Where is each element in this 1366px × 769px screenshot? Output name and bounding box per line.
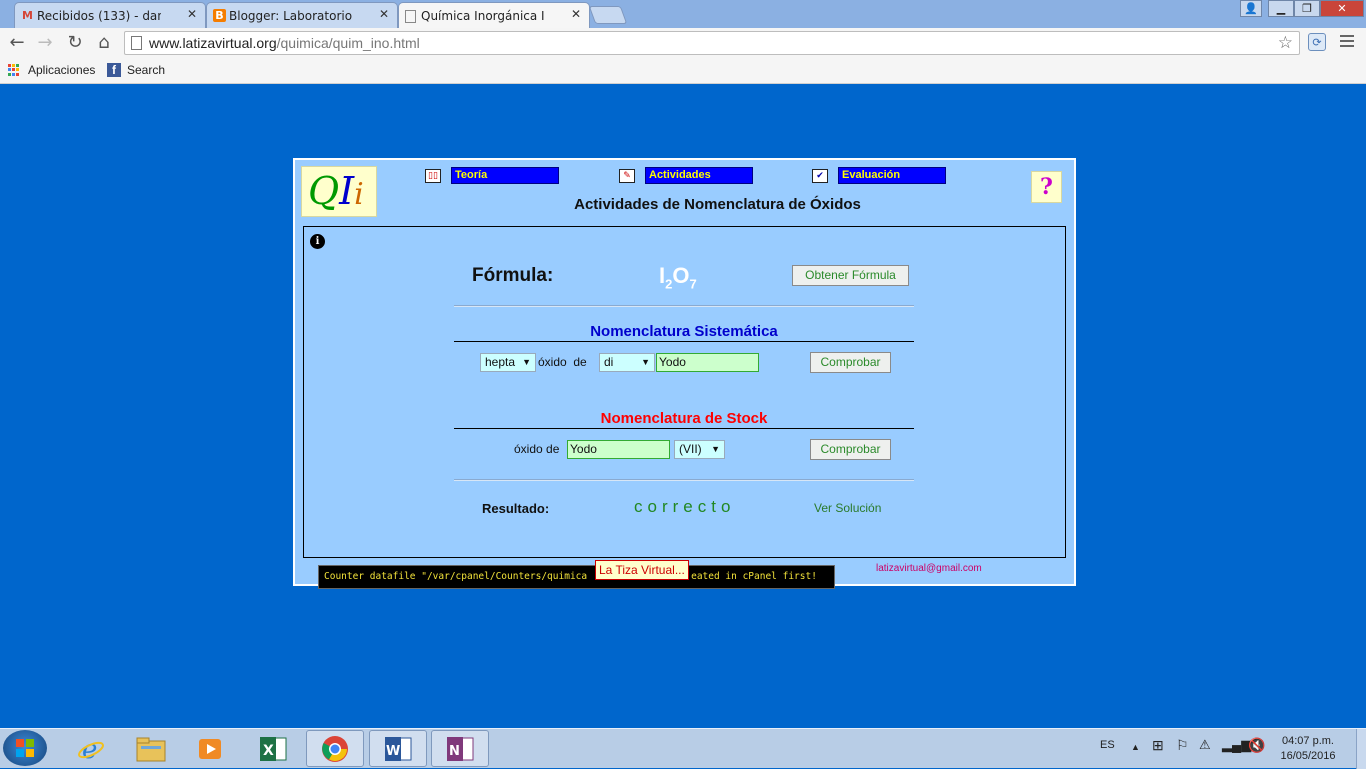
stock-title: Nomenclatura de Stock xyxy=(454,410,914,429)
restore-button[interactable]: ❐ xyxy=(1294,0,1320,17)
network-icon[interactable]: ▂▄▆ xyxy=(1222,737,1251,753)
main-panel: QIi ▯▯ Teoría ✎ Actividades ✔ Evaluación… xyxy=(293,158,1076,589)
clock[interactable]: 04:07 p.m. 16/05/2016 xyxy=(1276,734,1340,764)
bookmark-label: Aplicaciones xyxy=(28,63,96,77)
page-title: Actividades de Nomenclatura de Óxidos xyxy=(574,196,861,213)
info-icon[interactable]: i xyxy=(310,234,325,249)
power-warning-icon[interactable]: ⚠ xyxy=(1199,737,1211,753)
bookmark-star-icon[interactable]: ☆ xyxy=(1278,33,1293,53)
activities-icon: ✎ xyxy=(619,168,635,183)
result-label: Resultado: xyxy=(482,501,550,516)
date: 16/05/2016 xyxy=(1280,750,1336,762)
book-icon: ▯▯ xyxy=(425,168,441,183)
element-input[interactable]: Yodo xyxy=(656,353,759,372)
close-icon[interactable]: ✕ xyxy=(187,7,197,21)
new-tab-button[interactable] xyxy=(588,6,628,24)
formula-value: I2O7 xyxy=(659,263,697,292)
svg-text:N: N xyxy=(449,744,460,759)
excel-icon[interactable]: X xyxy=(244,730,302,767)
forward-icon[interactable]: → xyxy=(34,32,56,54)
chrome-icon[interactable] xyxy=(306,730,364,767)
language-indicator[interactable]: ES xyxy=(1100,739,1115,751)
word-icon[interactable]: W xyxy=(369,730,427,767)
blogger-icon: B xyxy=(213,9,226,22)
tab-title: Química Inorgánica Intera xyxy=(421,8,545,23)
reload-icon[interactable]: ↻ xyxy=(64,32,86,54)
oxido-de-label: óxido de xyxy=(514,442,560,456)
action-center-icon[interactable]: ⊞ xyxy=(1152,737,1164,754)
nav-actividades-label[interactable]: Actividades xyxy=(645,167,753,184)
user-icon[interactable]: 👤 xyxy=(1240,0,1262,17)
nav-teoria-label[interactable]: Teoría xyxy=(451,167,559,184)
ver-solucion-link[interactable]: Ver Solución xyxy=(814,501,881,515)
bookmarks-bar: Aplicaciones f Search xyxy=(0,58,1366,84)
start-button[interactable] xyxy=(3,730,47,766)
close-window-button[interactable]: ✕ xyxy=(1320,0,1364,17)
nav-evaluacion-label[interactable]: Evaluación xyxy=(838,167,946,184)
page-icon xyxy=(405,10,416,23)
show-desktop-button[interactable] xyxy=(1356,729,1366,769)
evaluation-icon: ✔ xyxy=(812,168,828,183)
tab-quimica[interactable]: Química Inorgánica Intera ✕ xyxy=(398,2,590,28)
comprobar-stock-button[interactable]: Comprobar xyxy=(810,439,891,460)
tab-gmail[interactable]: M Recibidos (133) - dannarive ✕ xyxy=(14,2,206,28)
svg-text:W: W xyxy=(386,744,400,759)
formula-label: Fórmula: xyxy=(472,265,554,286)
volume-muted-icon[interactable]: 🔇 xyxy=(1248,737,1265,754)
prefix-select[interactable]: hepta ▼ xyxy=(480,353,536,372)
sistematica-title: Nomenclatura Sistemática xyxy=(454,323,914,342)
bookmark-search[interactable]: f Search xyxy=(107,63,165,77)
nav-teoria[interactable]: ▯▯ Teoría xyxy=(425,167,559,184)
bookmark-apps[interactable]: Aplicaciones xyxy=(8,63,95,77)
time: 04:07 p.m. xyxy=(1282,735,1334,747)
close-icon[interactable]: ✕ xyxy=(571,7,581,21)
activity-box: i Fórmula: I2O7 Obtener Fórmula Nomencla… xyxy=(303,226,1066,558)
taskbar: e X W N ES ▲ ⊞ ⚐ ⚠ ▂▄▆ 🔇 04:07 p.m. 16/0… xyxy=(0,728,1366,769)
tooltip: La Tiza Virtual... xyxy=(595,560,689,580)
back-icon[interactable]: ← xyxy=(6,32,28,54)
chevron-down-icon: ▼ xyxy=(641,357,650,367)
home-icon[interactable]: ⌂ xyxy=(93,32,115,54)
svg-text:e: e xyxy=(82,735,97,764)
divider xyxy=(454,305,914,307)
oxido-de-label: óxido de xyxy=(538,355,587,369)
internet-explorer-icon[interactable]: e xyxy=(62,730,120,767)
contact-email-link[interactable]: latizavirtual@gmail.com xyxy=(876,563,982,574)
show-hidden-icons-icon[interactable]: ▲ xyxy=(1131,742,1140,752)
apps-grid-icon xyxy=(8,64,20,76)
nav-evaluacion[interactable]: ✔ Evaluación xyxy=(812,167,946,184)
element-prefix-select[interactable]: di ▼ xyxy=(599,353,655,372)
chevron-down-icon: ▼ xyxy=(522,357,531,367)
media-player-icon[interactable] xyxy=(182,730,240,767)
gmail-icon: M xyxy=(22,9,33,22)
stock-element-input[interactable]: Yodo xyxy=(567,440,670,459)
counter-error-bar: Counter datafile "/var/cpanel/Counters/q… xyxy=(318,565,835,589)
minimize-button[interactable]: ▁ xyxy=(1268,0,1294,17)
result-value: correcto xyxy=(634,497,736,516)
obtener-formula-button[interactable]: Obtener Fórmula xyxy=(792,265,909,286)
divider xyxy=(454,479,914,481)
url-text: www.latizavirtual.org/quimica/quim_ino.h… xyxy=(149,35,420,51)
close-icon[interactable]: ✕ xyxy=(379,7,389,21)
flag-icon[interactable]: ⚐ xyxy=(1176,737,1189,754)
valence-select[interactable]: (VII) ▼ xyxy=(674,440,725,459)
menu-icon[interactable] xyxy=(1340,35,1354,50)
tab-title: Recibidos (133) - dannarive xyxy=(37,8,161,23)
page-icon xyxy=(131,36,142,50)
tab-blogger[interactable]: B Blogger: Laboratorio Quimi ✕ xyxy=(206,2,398,28)
nav-actividades[interactable]: ✎ Actividades xyxy=(619,167,753,184)
extension-icon[interactable]: ⟳ xyxy=(1308,33,1326,51)
facebook-icon: f xyxy=(107,63,121,77)
tab-title: Blogger: Laboratorio Quimi xyxy=(229,8,353,23)
svg-text:X: X xyxy=(263,743,274,759)
comprobar-sistematica-button[interactable]: Comprobar xyxy=(810,352,891,373)
file-explorer-icon[interactable] xyxy=(122,730,180,767)
windows-logo-icon xyxy=(16,739,34,757)
bookmark-label: Search xyxy=(127,63,166,77)
chevron-down-icon: ▼ xyxy=(711,444,720,454)
browser-titlebar: M Recibidos (133) - dannarive ✕ B Blogge… xyxy=(0,0,1366,28)
address-bar[interactable]: www.latizavirtual.org/quimica/quim_ino.h… xyxy=(124,31,1300,55)
onenote-icon[interactable]: N xyxy=(431,730,489,767)
